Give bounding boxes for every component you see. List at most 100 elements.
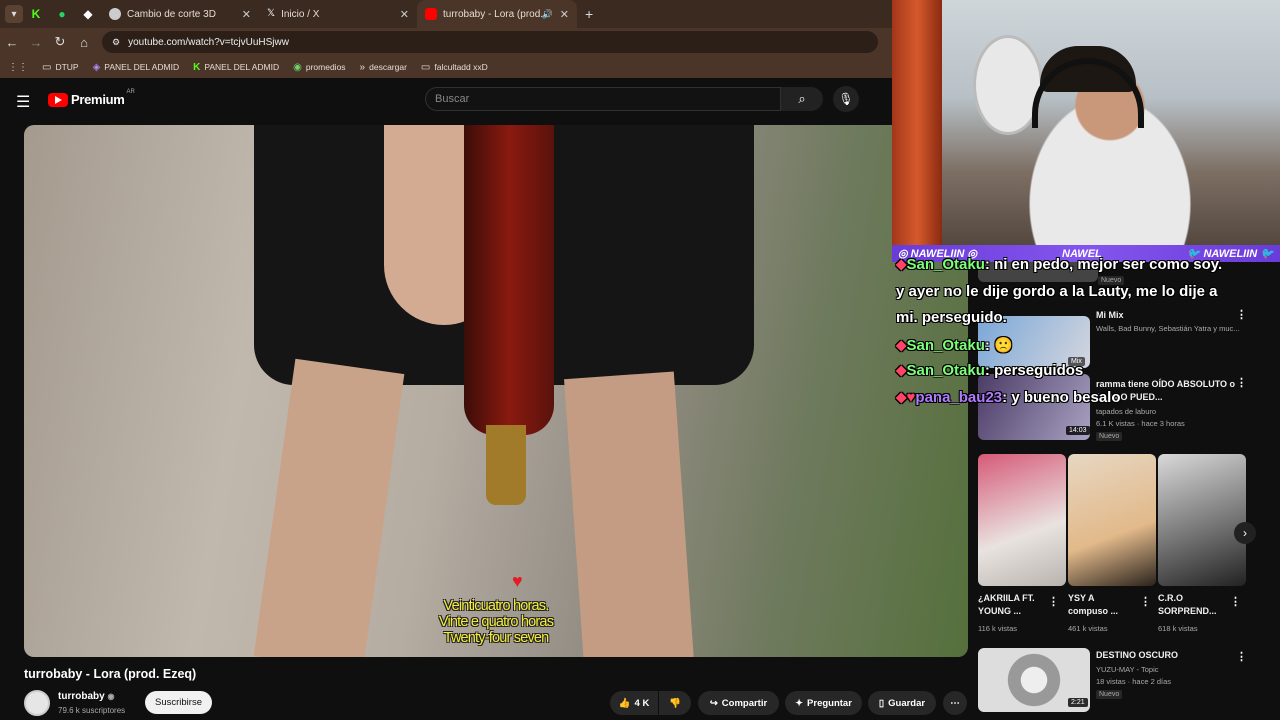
tab-label: Inicio / X [281,8,320,20]
youtube-premium-logo[interactable]: Premium AR [48,89,135,107]
pinned-tab-whatsapp[interactable]: ● [49,0,75,28]
bookmark-label: DTUP [55,62,79,72]
chat-username: San_Otaku [906,337,985,354]
more-actions-button[interactable]: ⋯ [943,691,967,715]
close-tab-icon[interactable]: ✕ [560,8,569,21]
chat-username: San_Otaku [906,362,985,379]
video-scene-bottle-neck [486,425,526,505]
short-title-line[interactable]: YSY A [1068,593,1095,603]
audio-playing-icon[interactable]: 🔊 [542,9,553,20]
mix-title[interactable]: Mi Mix [1096,310,1124,320]
channel-name[interactable]: turrobaby ◉ [58,691,114,702]
chat-text: y bueno besalo [1011,389,1121,406]
ask-label: Preguntar [807,697,852,709]
bookmark-dtup[interactable]: ▭ DTUP [42,62,79,73]
browser-toolbar: ← → ↻ ⌂ ⚙ youtube.com/watch?v=tcjvUuHSjw… [0,28,892,56]
chat-message: mi. perseguido. [896,309,1007,326]
chat-text: y ayer no le dije gordo a la Lauty, me l… [896,283,1218,300]
whatsapp-icon: ● [58,7,66,21]
short-thumbnail[interactable] [1158,454,1246,586]
short-thumbnail[interactable] [1068,454,1156,586]
like-button[interactable]: 👍 4 K [610,691,658,715]
short-views: 618 k vistas [1158,624,1198,633]
short-title-line[interactable]: C.R.O [1158,593,1183,603]
short-thumbnail[interactable] [978,454,1066,586]
tab-youtube-active[interactable]: turrobaby - Lora (prod. Eze 🔊 ✕ [417,0,577,28]
hamburger-menu-icon[interactable]: ☰ [16,92,30,112]
microphone-icon: 🎙 [838,92,854,106]
more-options-icon[interactable]: ⋮ [1236,650,1247,663]
chat-text: perseguidos [994,362,1084,379]
bookmark-label: descargar [369,62,407,72]
share-icon: ↪ [709,697,718,709]
site-info-icon[interactable]: ⚙ [112,37,120,48]
video-title[interactable]: DESTINO OSCURO [1096,650,1178,660]
subtitle-line: Twenty-four seven [443,630,550,646]
video-title-line[interactable]: ramma tiene OÍDO ABSOLUTO o [1096,379,1235,389]
pinned-tab-app[interactable]: ◆ [75,0,101,28]
video-channel: tapados de laburo [1096,407,1157,416]
short-title-line[interactable]: ¿AKRIILA FT. [978,593,1035,603]
search-button[interactable]: ⌕ [781,87,823,111]
search-icon: ⌕ [798,91,806,106]
chat-message: ⬥♥pana_bau23: y bueno besalo [896,389,1121,406]
new-tab-icon[interactable]: + [585,6,593,22]
tab-search-icon[interactable]: ▾ [5,5,23,23]
bookmark-promedios[interactable]: ◉ promedios [293,62,345,73]
webcam-curtain [892,0,942,245]
bookmark-panel-admid-1[interactable]: ◈ PANEL DEL ADMID [93,62,180,73]
short-title-line[interactable]: SORPREND... [1158,606,1217,616]
dislike-button[interactable]: 👎 [659,691,691,715]
channel-avatar[interactable] [24,690,50,716]
shorts-next-button[interactable]: › [1234,522,1256,544]
pinned-tab-kick[interactable]: K [23,0,49,28]
more-options-icon[interactable]: ⋮ [1236,308,1247,321]
close-tab-icon[interactable]: ✕ [242,8,251,21]
bookmark-falcultadd[interactable]: ▭ falcultadd xxD [421,62,488,73]
mix-meta: Walls, Bad Bunny, Sebastián Yatra y muc.… [1096,324,1240,333]
apps-grid-icon[interactable]: ⋮⋮ [8,62,28,73]
bookmark-panel-admid-2[interactable]: K PANEL DEL ADMID [193,62,279,73]
bookmark-label: falcultadd xxD [434,62,488,72]
address-bar[interactable]: ⚙ youtube.com/watch?v=tcjvUuHSjww [102,31,878,53]
bookmark-label: PANEL DEL ADMID [204,62,280,72]
home-icon[interactable]: ⌂ [72,35,96,50]
chat-message: ⬥San_Otaku: 🙁 [896,337,1013,354]
video-meta: 18 vistas · hace 2 días [1096,677,1172,686]
url-text: youtube.com/watch?v=tcjvUuHSjww [128,36,289,48]
ask-button[interactable]: ✦ Preguntar [785,691,862,715]
video-player[interactable]: ♥ [24,125,968,657]
chat-text: mi. perseguido. [896,309,1007,326]
more-options-icon[interactable]: ⋮ [1230,595,1241,608]
more-options-icon[interactable]: ⋮ [1048,595,1059,608]
chat-badge-icon: ⬥ [896,337,907,354]
short-views: 461 k vistas [1068,624,1108,633]
globe-icon [109,8,121,20]
short-title-line[interactable]: compuso ... [1068,606,1118,616]
chat-text: 🙁 [994,337,1013,354]
recommendations-sidebar: Nuevo Mix Mi Mix Walls, Bad Bunny, Sebas… [968,262,1280,720]
bookmark-label: PANEL DEL ADMID [104,62,180,72]
forward-icon[interactable]: → [24,35,48,50]
video-title: turrobaby - Lora (prod. Ezeq) [24,667,197,681]
chat-badge-icon: ⬥ [896,362,907,379]
subscribe-button[interactable]: Suscribirse [145,691,212,714]
voice-search-button[interactable]: 🎙 [833,86,859,112]
save-button[interactable]: ▯ Guardar [868,691,936,715]
x-logo-icon: 𝕏 [267,8,276,19]
close-tab-icon[interactable]: ✕ [400,8,409,21]
more-options-icon[interactable]: ⋮ [1140,595,1151,608]
short-title-line[interactable]: YOUNG ... [978,606,1021,616]
search-placeholder: Buscar [435,93,470,105]
verified-icon: ◉ [107,692,115,701]
bookmark-label: promedios [305,62,346,72]
share-button[interactable]: ↪ Compartir [698,691,779,715]
tab-inicio-x[interactable]: 𝕏 Inicio / X ✕ [259,0,417,28]
tab-cambio-de-corte[interactable]: Cambio de corte 3D ✕ [101,0,259,28]
more-options-icon[interactable]: ⋮ [1236,376,1247,389]
subscriber-count: 79.6 k suscriptores [58,706,126,715]
back-icon[interactable]: ← [0,35,24,50]
search-input[interactable]: Buscar [425,87,781,111]
reload-icon[interactable]: ↻ [48,34,72,50]
bookmark-descargar[interactable]: » descargar [360,62,407,73]
